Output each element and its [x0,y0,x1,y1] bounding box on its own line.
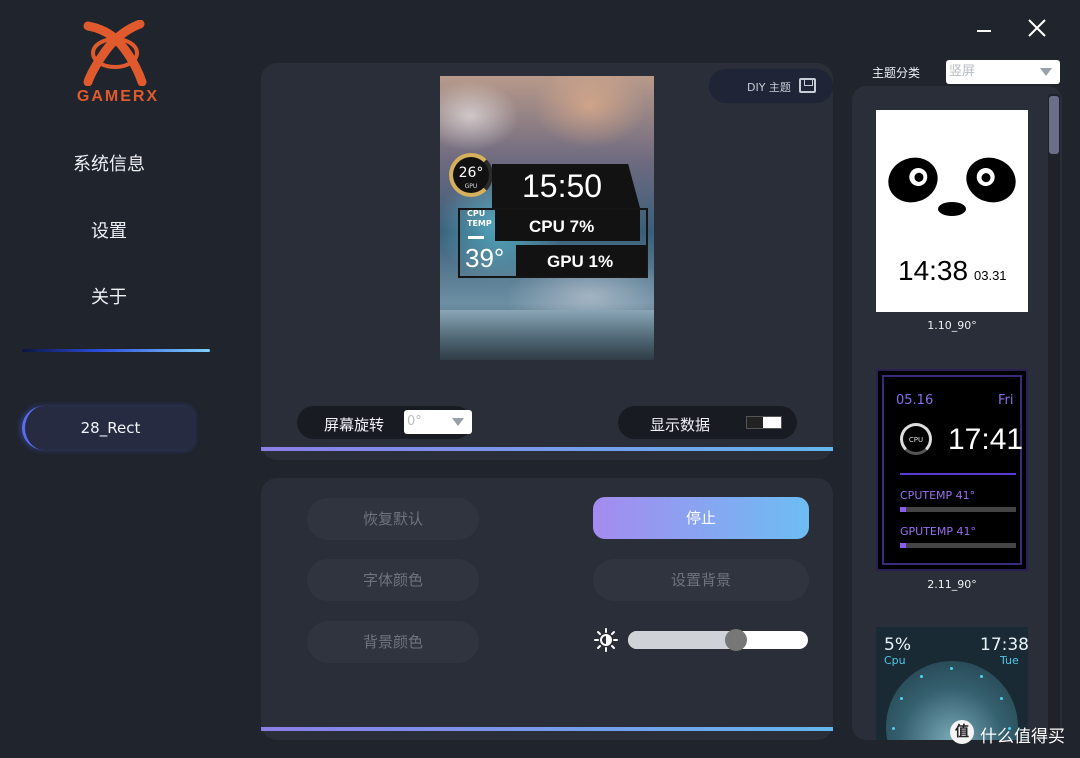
brightness-slider-thumb[interactable] [725,629,747,651]
brightness-icon [594,628,618,652]
chevron-down-icon [452,418,464,426]
nav-settings[interactable]: 设置 [0,217,218,243]
theme3-pct: 5% [884,635,911,655]
cpu-usage: CPU 7% [529,217,595,236]
preview-accent-bar [261,447,833,451]
theme-list: 14:38 03.31 1.10_90° 05.16 Fri CPU 17:41… [852,86,1062,740]
set-background-button[interactable]: 设置背景 [593,559,809,601]
theme2-time: 17:41 [948,423,1024,456]
brightness-slider-fill [628,631,736,649]
theme1-name: 1.10_90° [927,319,977,332]
theme2-name: 2.11_90° [927,578,977,591]
theme-scrollbar[interactable] [1048,94,1060,734]
minimize-icon[interactable] [972,16,996,40]
theme-category-value: 竖屏 [949,64,976,79]
temp-label: CPU TEMP [467,209,492,229]
rotation-label: 屏幕旋转 [324,416,385,434]
panda-nose [938,202,966,216]
theme1-time: 14:38 [898,255,969,286]
theme2-date: 05.16 [896,393,934,408]
right-pupil [974,165,998,189]
theme-card-purple[interactable]: 05.16 Fri CPU 17:41 CPUTEMP 41° GPUTEMP … [876,369,1028,571]
cpu-ring-icon: CPU [900,423,932,455]
save-icon [799,78,816,93]
rotation-control: 屏幕旋转 0° [297,406,472,439]
controls-accent-bar [261,727,833,731]
show-data-control: 显示数据 [618,406,797,439]
nav-about[interactable]: 关于 [0,283,218,309]
theme2-gputemp-bar [900,543,1016,548]
brightness-slider[interactable] [628,629,808,651]
theme3-dot [1000,697,1003,700]
screen-preview: 26° GPU 15:50 CPU TEMP 39° CPU 7% GPU 1% [440,76,654,360]
theme3-time: 17:38 [980,635,1028,655]
rotation-value: 0° [407,414,422,429]
theme2-gputemp: GPUTEMP 41° [900,525,976,538]
diy-theme-button[interactable]: DIY 主题 [709,69,833,103]
sidebar: GAMERX 系统信息 设置 关于 28_Rect [0,0,220,758]
device-button[interactable]: 28_Rect [22,406,196,450]
stop-button[interactable]: 停止 [593,497,809,539]
theme3-dot [980,675,983,678]
watermark-icon: 值 [950,720,974,744]
preview-ground [440,310,654,360]
theme2-frame: 05.16 Fri CPU 17:41 CPUTEMP 41° GPUTEMP … [882,375,1024,565]
nav-system-info[interactable]: 系统信息 [0,150,218,176]
theme2-cputemp: CPUTEMP 41° [900,489,976,502]
gauge-value: 26° [458,165,484,181]
theme3-dot [892,727,895,730]
left-pupil [906,165,930,189]
theme2-divider [900,473,1016,475]
preview-panel: DIY 主题 26° GPU 15:50 CPU TEMP 39° CPU 7%… [261,63,833,460]
preview-clock: 15:50 [522,168,603,204]
controls-panel: 恢复默认 停止 字体颜色 设置背景 背景颜色 [261,478,833,740]
theme3-day: Tue [1000,654,1019,667]
right-eye [959,150,1023,210]
theme-scrollbar-thumb[interactable] [1049,96,1059,154]
watermark: 值 什么值得买 [950,720,1070,750]
temp-dash [468,236,484,239]
gpu-usage: GPU 1% [547,252,614,271]
theme1-date: 03.31 [974,268,1007,283]
theme3-dot [950,667,953,670]
theme-card-panda[interactable]: 14:38 03.31 [876,110,1028,312]
temp-label-line1: CPU [467,209,486,218]
diy-theme-label: DIY 主题 [747,81,791,94]
gauge-label: GPU [464,183,478,190]
close-icon[interactable] [1025,16,1049,40]
toggle-knob [747,417,763,428]
theme-category-select[interactable]: 竖屏 [946,60,1060,84]
temp-label-line2: TEMP [467,219,492,228]
logo-text: GAMERX [76,88,160,105]
watermark-text: 什么值得买 [980,727,1065,747]
rotation-select[interactable]: 0° [404,410,472,434]
theme-category-label: 主题分类 [872,66,921,80]
temp-value: 39° [465,243,505,273]
chevron-down-icon [1040,68,1052,76]
theme2-day: Fri [998,393,1014,408]
restore-default-button[interactable]: 恢复默认 [307,498,479,540]
gpu-gauge: 26° GPU [449,153,493,197]
logo-mark-icon [83,20,147,86]
theme3-dot [900,697,903,700]
theme2-cpu-label: CPU [908,436,924,444]
show-data-label: 显示数据 [650,416,711,434]
theme3-dot [920,675,923,678]
theme2-cputemp-bar [900,507,1016,512]
theme3-cpu: Cpu [884,654,906,667]
show-data-toggle[interactable] [746,416,782,429]
left-eye [881,150,945,210]
background-color-button[interactable]: 背景颜色 [307,621,479,663]
font-color-button[interactable]: 字体颜色 [307,559,479,601]
gamerx-logo: GAMERX [60,20,175,110]
nav-divider [22,349,210,352]
